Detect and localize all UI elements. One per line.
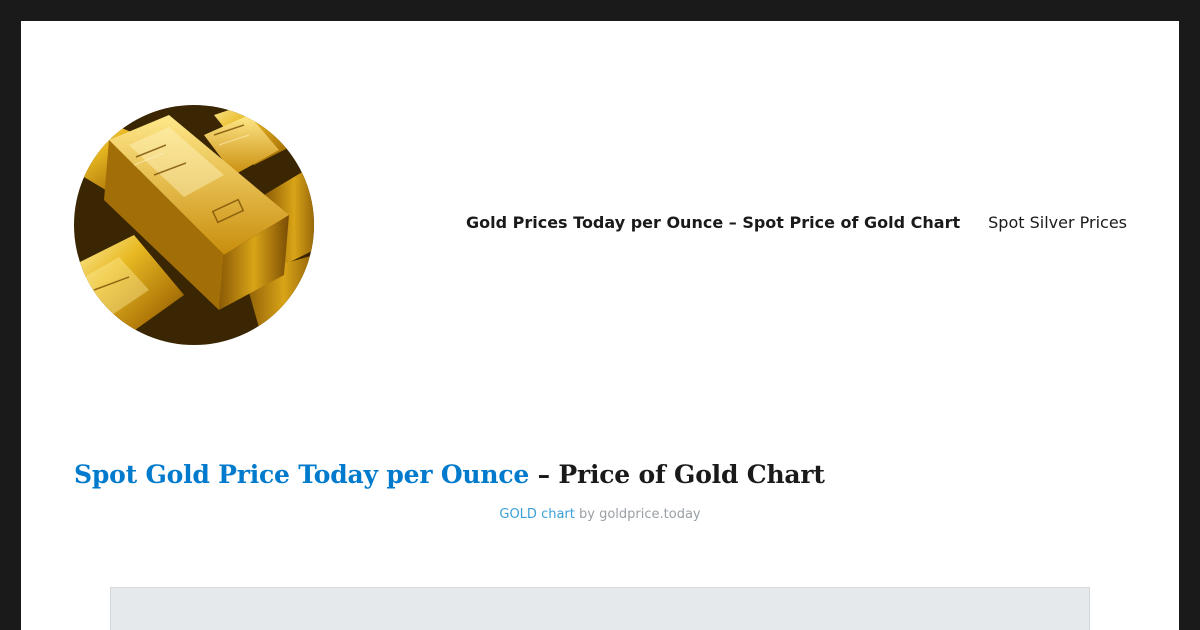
page-container: Gold Prices Today per Ounce – Spot Price… — [21, 21, 1179, 630]
chart-credit: GOLD chart by goldprice.today — [21, 507, 1179, 522]
credit-by-text: by goldprice.today — [574, 507, 701, 522]
primary-nav: Gold Prices Today per Ounce – Spot Price… — [466, 213, 1127, 232]
page-title: Spot Gold Price Today per Ounce – Price … — [74, 460, 825, 489]
chart-widget — [110, 587, 1090, 630]
site-logo[interactable] — [74, 105, 314, 345]
gold-bars-logo-icon — [74, 105, 314, 345]
gold-chart-link[interactable]: GOLD chart — [499, 507, 575, 522]
title-link[interactable]: Spot Gold Price Today per Ounce — [74, 460, 529, 489]
title-rest-text: – Price of Gold Chart — [529, 460, 825, 489]
nav-item-gold-prices[interactable]: Gold Prices Today per Ounce – Spot Price… — [466, 213, 960, 232]
nav-item-silver-prices[interactable]: Spot Silver Prices — [988, 213, 1127, 232]
